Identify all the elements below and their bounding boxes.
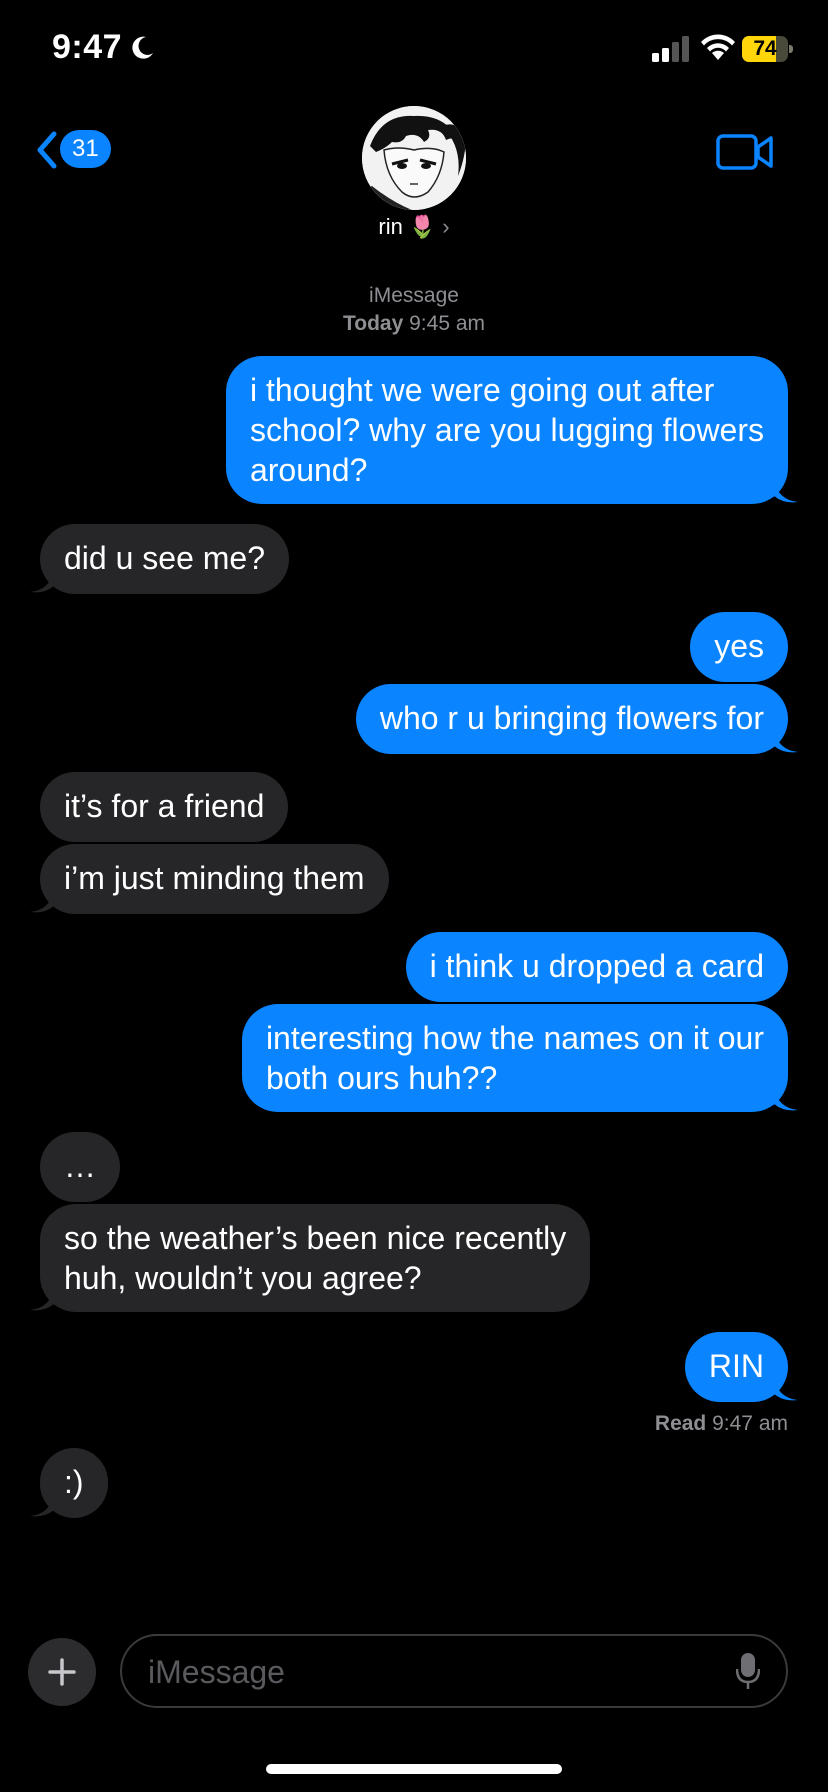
sent-message-bubble[interactable]: i think u dropped a card bbox=[405, 932, 788, 1002]
message-input-placeholder: iMessage bbox=[148, 1654, 285, 1690]
received-bubble-tail bbox=[30, 570, 54, 593]
microphone-icon[interactable] bbox=[736, 1652, 760, 1690]
sent-bubble-tail bbox=[774, 480, 798, 503]
contact-name: rin bbox=[378, 214, 403, 239]
chevron-left-icon bbox=[37, 131, 57, 169]
sent-message-bubble[interactable]: interesting how the names on it our both… bbox=[241, 1004, 788, 1112]
plus-icon bbox=[48, 1658, 76, 1686]
add-attachment-button[interactable] bbox=[28, 1638, 96, 1706]
message-input[interactable]: iMessage bbox=[120, 1634, 788, 1708]
received-message-bubble[interactable]: … bbox=[40, 1132, 120, 1202]
received-bubble-tail bbox=[30, 890, 54, 913]
battery-icon: 74 bbox=[742, 36, 793, 62]
service-label: iMessage bbox=[369, 284, 459, 307]
sent-message-bubble[interactable]: who r u bringing flowers for bbox=[355, 684, 788, 754]
received-message-bubble[interactable]: so the weather’s been nice recently huh,… bbox=[40, 1204, 591, 1312]
thread-timestamp: Today 9:45 am bbox=[0, 312, 828, 336]
received-message-bubble[interactable]: did u see me? bbox=[40, 524, 290, 594]
video-call-button[interactable] bbox=[716, 132, 774, 172]
unread-count-badge: 31 bbox=[60, 130, 111, 168]
received-message-bubble[interactable]: i’m just minding them bbox=[40, 844, 389, 914]
sent-bubble-tail bbox=[774, 1378, 798, 1401]
sent-bubble-tail bbox=[774, 1088, 798, 1111]
status-time: 9:47 bbox=[52, 28, 123, 66]
sent-message-bubble[interactable]: yes bbox=[690, 612, 788, 682]
moon-icon bbox=[132, 36, 153, 59]
contact-avatar[interactable] bbox=[362, 106, 466, 210]
contact-name-row[interactable]: rin 🌷 › bbox=[0, 214, 828, 250]
received-bubble-tail bbox=[30, 1288, 54, 1311]
timestamp-day: Today bbox=[342, 312, 404, 335]
read-time: 9:47 am bbox=[712, 1412, 788, 1435]
status-bar: 9:47 74 bbox=[0, 0, 828, 100]
read-receipt: Read 9:47 am bbox=[655, 1412, 788, 1436]
timestamp-time: 9:45 am bbox=[409, 312, 486, 335]
signal-icon bbox=[652, 36, 689, 62]
received-message-bubble[interactable]: it’s for a friend bbox=[40, 772, 289, 842]
back-button[interactable]: 31 bbox=[30, 126, 114, 172]
chevron-right-icon: › bbox=[442, 214, 450, 239]
sent-message-bubble[interactable]: i thought we were going out after school… bbox=[225, 356, 788, 504]
received-bubble-tail bbox=[30, 1494, 54, 1517]
sent-message-bubble[interactable]: RIN bbox=[684, 1332, 788, 1402]
sent-bubble-tail bbox=[774, 730, 798, 753]
battery-level: 74 bbox=[753, 37, 777, 60]
read-label: Read bbox=[654, 1412, 707, 1435]
avatar-illustration bbox=[362, 106, 466, 210]
tulip-emoji: 🌷 bbox=[408, 214, 437, 239]
home-indicator[interactable] bbox=[266, 1764, 562, 1774]
wifi-icon bbox=[701, 34, 735, 60]
